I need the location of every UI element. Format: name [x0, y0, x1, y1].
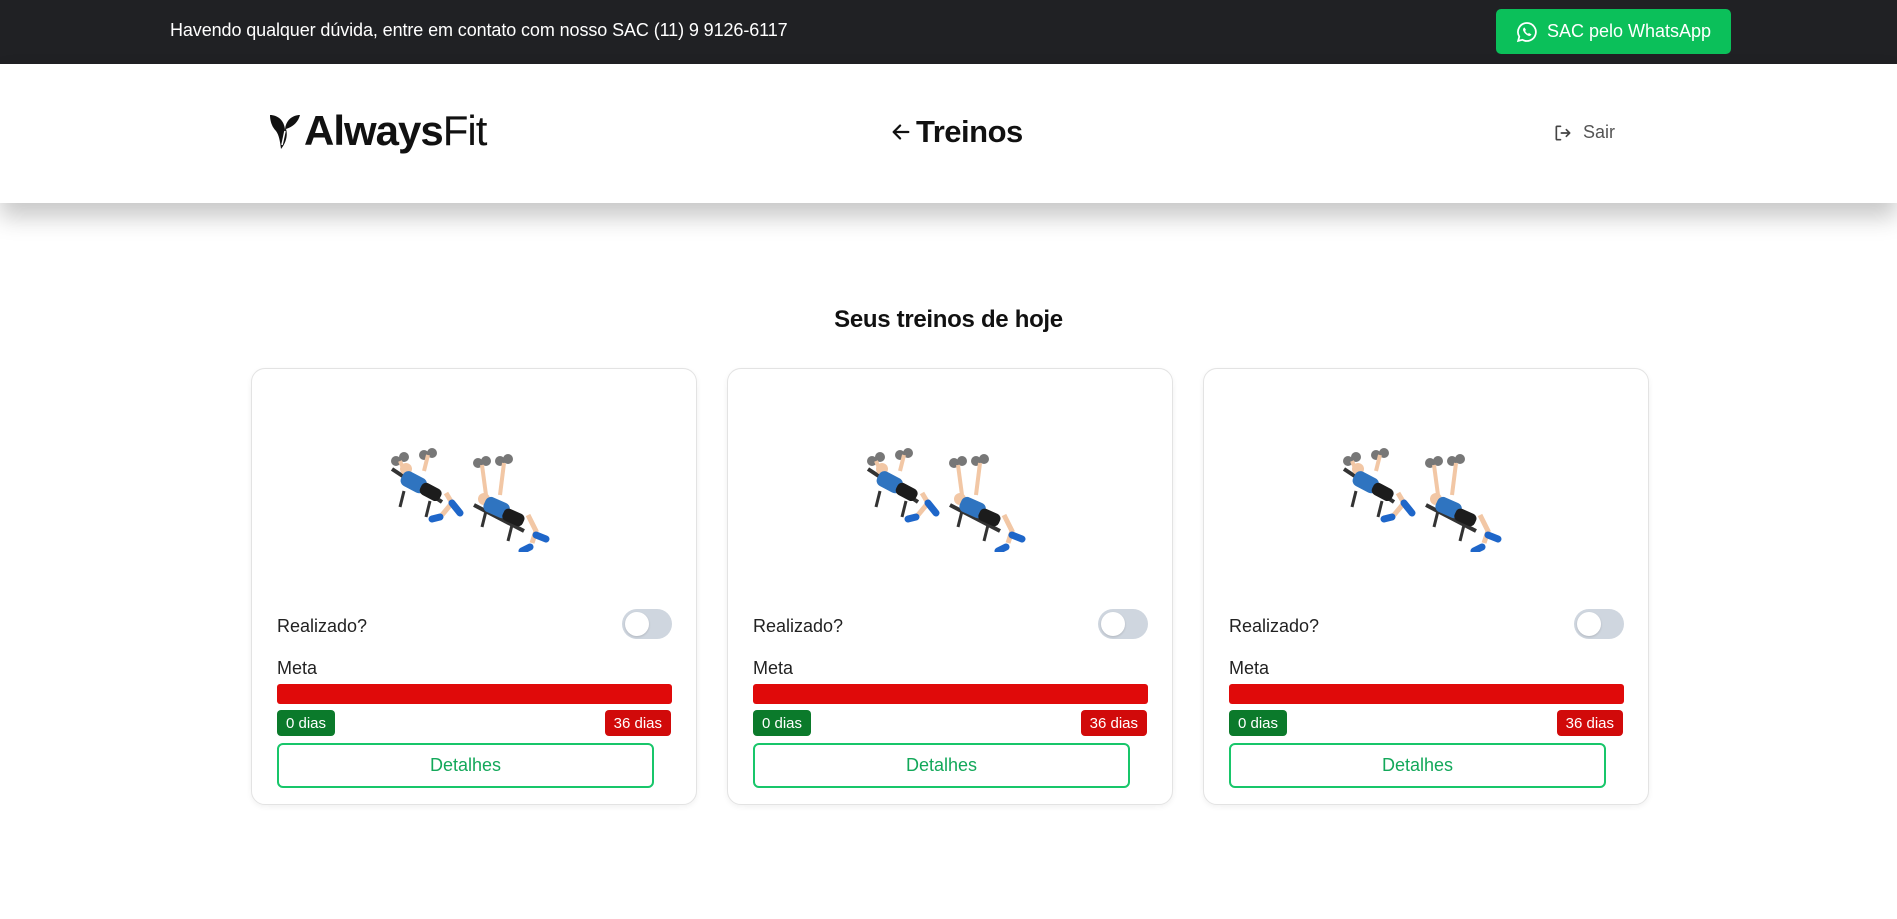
done-toggle[interactable]: [1098, 609, 1148, 639]
logout-label: Sair: [1583, 122, 1616, 142]
done-label: Realizado?: [277, 616, 368, 636]
arrow-left-icon[interactable]: [890, 121, 912, 143]
done-label: Realizado?: [1229, 616, 1320, 636]
workout-card-list: Realizado? Meta 0 dias 36 dias Detalhes: [251, 368, 1649, 805]
goal-label: Meta: [1229, 658, 1270, 678]
alwaysfit-logo[interactable]: AlwaysFit: [268, 107, 488, 154]
details-button[interactable]: Detalhes: [753, 743, 1130, 788]
section-title: Seus treinos de hoje: [834, 306, 1063, 333]
goal-label: Meta: [277, 658, 318, 678]
toggle-knob: [625, 612, 649, 636]
leaf-logo-icon: [268, 111, 302, 151]
dumbbell-bench-press-illustration: [1342, 448, 1502, 552]
logo-word-always: Always: [304, 107, 444, 154]
workout-card: Realizado? Meta 0 dias 36 dias Detalhes: [1203, 368, 1649, 805]
sac-notice-text: Havendo qualquer dúvida, entre em contat…: [170, 20, 788, 40]
goal-end-badge: 36 dias: [604, 710, 671, 736]
goal-start-badge: 0 dias: [753, 710, 812, 736]
goal-label: Meta: [753, 658, 794, 678]
goal-progress-bar: [1229, 684, 1624, 704]
toggle-knob: [1577, 612, 1601, 636]
whatsapp-sac-button[interactable]: SAC pelo WhatsApp: [1496, 9, 1731, 54]
toggle-knob: [1101, 612, 1125, 636]
done-toggle[interactable]: [622, 609, 672, 639]
logo-word-fit: Fit: [442, 107, 488, 154]
site-header: AlwaysFit Treinos Sair: [0, 64, 1897, 203]
back-to-workouts[interactable]: Treinos: [890, 114, 1023, 150]
goal-end-badge: 36 dias: [1080, 710, 1147, 736]
dumbbell-bench-press-illustration: [866, 448, 1026, 552]
details-button[interactable]: Detalhes: [1229, 743, 1606, 788]
goal-end-badge: 36 dias: [1556, 710, 1623, 736]
logo-wordmark: AlwaysFit: [304, 107, 488, 154]
goal-progress-bar: [753, 684, 1148, 704]
page-title: Treinos: [916, 114, 1023, 149]
goal-progress-bar: [277, 684, 672, 704]
whatsapp-button-label: SAC pelo WhatsApp: [1546, 21, 1712, 41]
dumbbell-bench-press-illustration: [390, 448, 550, 552]
workout-card: Realizado? Meta 0 dias 36 dias Detalhes: [727, 368, 1173, 805]
top-notice-bar: Havendo qualquer dúvida, entre em contat…: [0, 0, 1897, 64]
workout-card: Realizado? Meta 0 dias 36 dias Detalhes: [251, 368, 697, 805]
whatsapp-icon: [1516, 21, 1538, 43]
goal-start-badge: 0 dias: [1229, 710, 1288, 736]
done-toggle[interactable]: [1574, 609, 1624, 639]
done-label: Realizado?: [753, 616, 844, 636]
details-button[interactable]: Detalhes: [277, 743, 654, 788]
logout-icon: [1553, 123, 1573, 143]
goal-start-badge: 0 dias: [277, 710, 336, 736]
logout-button[interactable]: Sair: [1553, 122, 1615, 143]
